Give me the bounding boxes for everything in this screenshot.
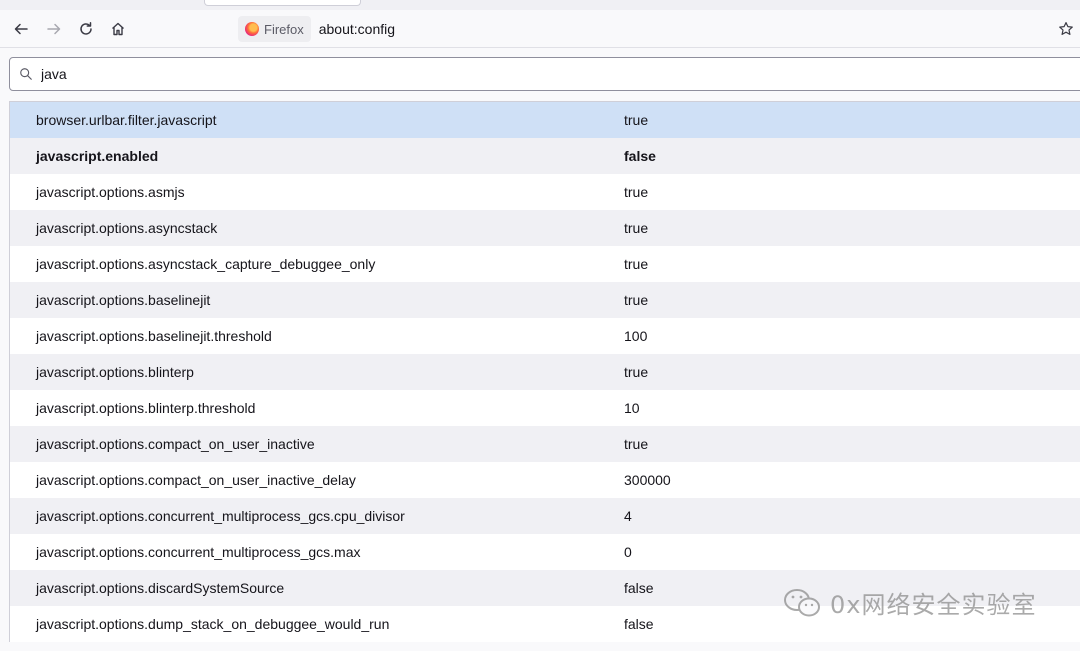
pref-row[interactable]: javascript.options.asyncstack true — [10, 210, 1080, 246]
pref-row[interactable]: javascript.options.baselinejit.threshold… — [10, 318, 1080, 354]
pref-value[interactable]: 10 — [624, 400, 640, 416]
tab-strip — [0, 0, 1080, 10]
pref-row[interactable]: javascript.options.concurrent_multiproce… — [10, 498, 1080, 534]
pref-row[interactable]: javascript.options.discardSystemSource fa… — [10, 570, 1080, 606]
pref-row[interactable]: javascript.enabled false — [10, 138, 1080, 174]
url-text[interactable]: about:config — [319, 21, 395, 37]
pref-name: javascript.options.asyncstack — [36, 220, 218, 236]
search-icon — [20, 68, 32, 80]
pref-value[interactable]: true — [624, 256, 648, 272]
pref-row[interactable]: javascript.options.concurrent_multiproce… — [10, 534, 1080, 570]
home-icon — [112, 22, 124, 36]
bookmark-star-icon[interactable] — [1058, 21, 1074, 37]
pref-row[interactable]: javascript.options.asyncstack_capture_de… — [10, 246, 1080, 282]
pref-name: javascript.options.compact_on_user_inact… — [36, 472, 356, 488]
navigation-toolbar: Firefox about:config — [0, 10, 1080, 48]
pref-value[interactable]: false — [624, 616, 654, 632]
pref-name: javascript.options.discardSystemSource — [36, 580, 285, 596]
pref-name: javascript.options.compact_on_user_inact… — [36, 436, 315, 452]
pref-name: javascript.options.blinterp.threshold — [36, 400, 256, 416]
pref-value[interactable]: true — [624, 220, 648, 236]
pref-row[interactable]: javascript.options.baselinejit true — [10, 282, 1080, 318]
back-icon — [14, 23, 28, 35]
pref-value[interactable]: false — [624, 580, 654, 596]
pref-row[interactable]: javascript.options.blinterp true — [10, 354, 1080, 390]
back-button[interactable] — [8, 16, 34, 42]
reload-button[interactable] — [73, 16, 99, 42]
pref-row[interactable]: browser.urlbar.filter.javascript true — [10, 102, 1080, 138]
pref-value[interactable]: true — [624, 292, 648, 308]
pref-value[interactable]: 100 — [624, 328, 647, 344]
pref-name: javascript.enabled — [36, 148, 159, 164]
pref-value[interactable]: 300000 — [624, 472, 671, 488]
pref-row[interactable]: javascript.options.asmjs true — [10, 174, 1080, 210]
pref-row[interactable]: javascript.options.blinterp.threshold 10 — [10, 390, 1080, 426]
pref-row[interactable]: javascript.options.compact_on_user_inact… — [10, 426, 1080, 462]
forward-icon — [47, 23, 61, 35]
pref-value[interactable]: true — [624, 364, 648, 380]
preferences-table: browser.urlbar.filter.javascript true java… — [9, 101, 1080, 642]
pref-value[interactable]: true — [624, 112, 648, 128]
active-tab[interactable] — [204, 0, 361, 6]
pref-search-box[interactable] — [9, 57, 1080, 91]
identity-box[interactable]: Firefox — [238, 16, 311, 42]
forward-button[interactable] — [41, 16, 67, 42]
identity-label: Firefox — [264, 21, 304, 37]
pref-name: browser.urlbar.filter.javascript — [36, 112, 217, 128]
pref-name: javascript.options.baselinejit.threshold — [36, 328, 272, 344]
pref-name: javascript.options.concurrent_multiproce… — [36, 544, 361, 560]
pref-name: javascript.options.baselinejit — [36, 292, 211, 308]
reload-icon — [80, 22, 92, 35]
pref-row[interactable]: javascript.options.compact_on_user_inact… — [10, 462, 1080, 498]
pref-name: javascript.options.blinterp — [36, 364, 194, 380]
pref-value[interactable]: false — [624, 148, 656, 164]
pref-row[interactable]: javascript.options.dump_stack_on_debugge… — [10, 606, 1080, 642]
pref-name: javascript.options.dump_stack_on_debugge… — [36, 616, 390, 632]
pref-value[interactable]: 4 — [624, 508, 632, 524]
home-button[interactable] — [105, 16, 131, 42]
pref-value[interactable]: true — [624, 436, 648, 452]
pref-value[interactable]: true — [624, 184, 648, 200]
firefox-logo-icon — [245, 22, 259, 36]
pref-name: javascript.options.asyncstack_capture_de… — [36, 256, 376, 272]
url-bar[interactable]: Firefox about:config — [238, 15, 1080, 43]
pref-name: javascript.options.asmjs — [36, 184, 185, 200]
pref-name: javascript.options.concurrent_multiproce… — [36, 508, 405, 524]
pref-value[interactable]: 0 — [624, 544, 632, 560]
search-input[interactable] — [41, 66, 941, 82]
